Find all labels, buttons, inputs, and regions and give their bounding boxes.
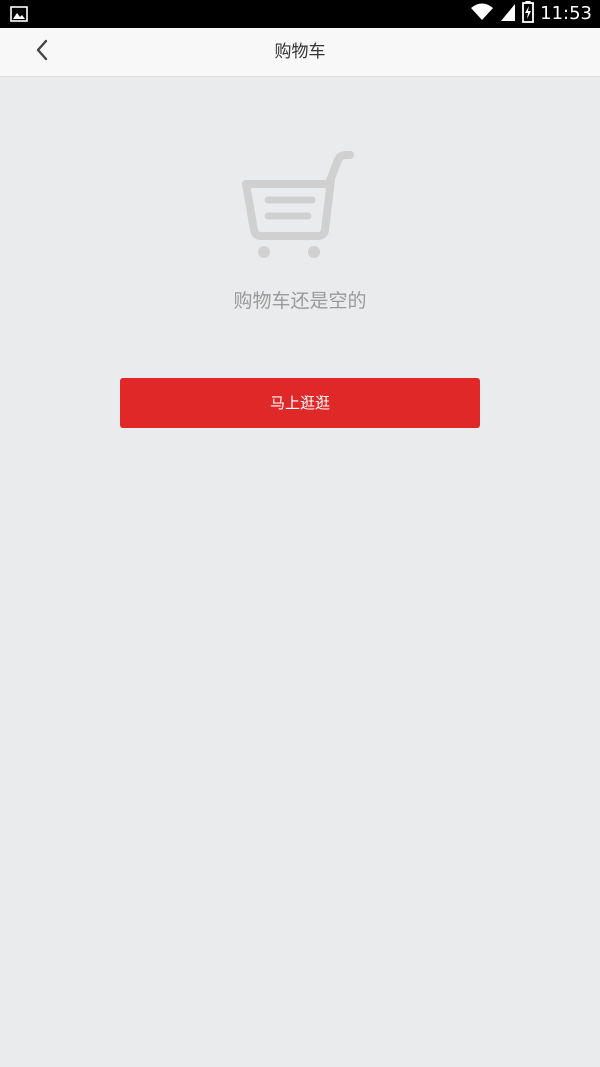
status-time: 11:53	[540, 3, 592, 24]
shopping-cart-icon	[238, 150, 362, 262]
status-bar: 11:53	[0, 0, 600, 28]
wifi-icon	[470, 2, 494, 26]
empty-cart-message: 购物车还是空的	[233, 290, 367, 312]
header: 购物车	[0, 28, 600, 77]
signal-icon	[500, 2, 516, 26]
go-shopping-button[interactable]: 马上逛逛	[120, 378, 480, 428]
back-button[interactable]	[24, 36, 60, 68]
image-icon	[10, 6, 28, 22]
status-icons: 11:53	[470, 0, 592, 28]
chevron-left-icon	[35, 39, 49, 65]
battery-charging-icon	[522, 1, 535, 27]
page-title: 购物车	[274, 42, 326, 62]
screen: 11:53 购物车 购物车还是空的 马上逛逛	[0, 0, 600, 1067]
